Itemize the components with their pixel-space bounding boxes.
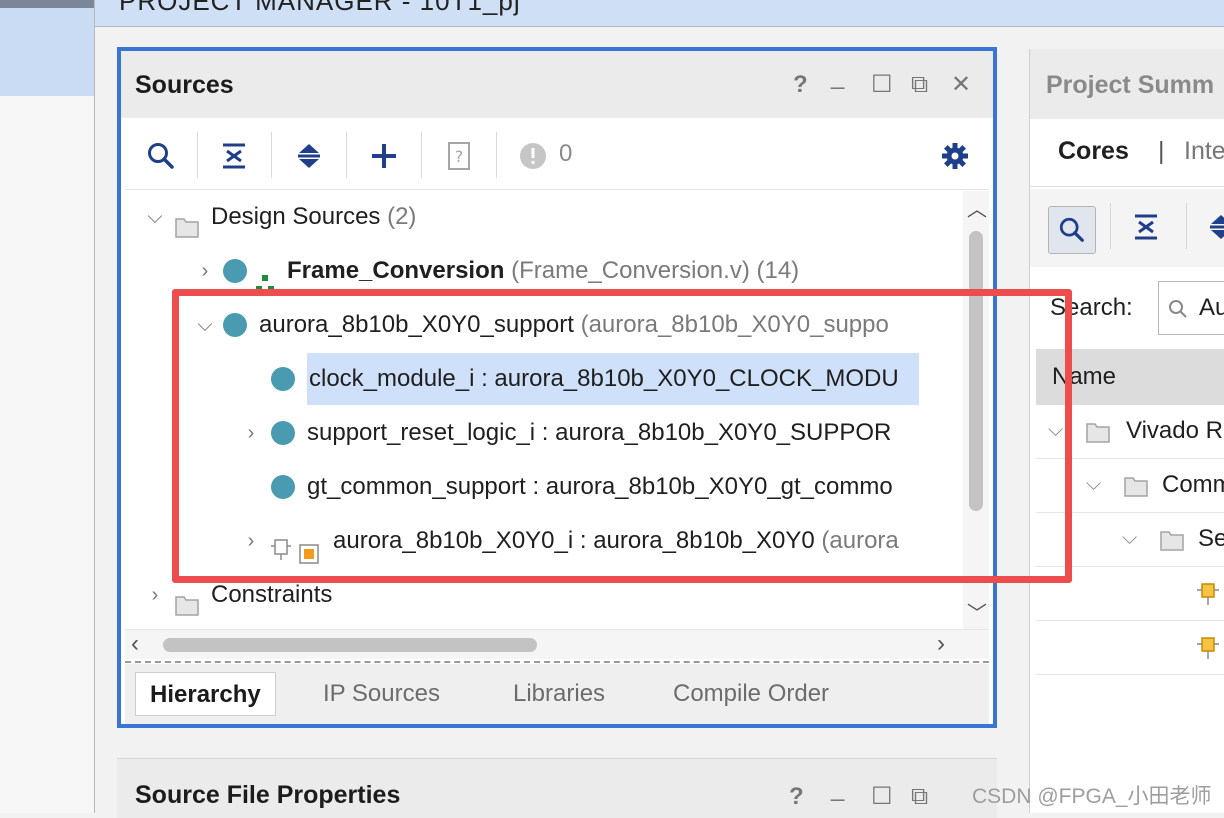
search-icon[interactable] bbox=[143, 138, 179, 174]
expand-all-icon[interactable] bbox=[1206, 212, 1224, 247]
scroll-up-icon[interactable]: ︿ bbox=[967, 193, 987, 222]
tab-cores[interactable]: Cores bbox=[1058, 137, 1129, 166]
source-file-properties-title: Source File Properties bbox=[135, 781, 401, 809]
table-cell: Se bbox=[1198, 525, 1224, 552]
tree-detail: (Frame_Conversion.v) (14) bbox=[511, 257, 800, 284]
project-summary-title: Project Summ bbox=[1046, 71, 1215, 99]
add-icon[interactable] bbox=[366, 138, 402, 174]
warning-count: 0 bbox=[559, 140, 573, 167]
float-icon[interactable]: ⧉ bbox=[911, 785, 928, 809]
left-divider bbox=[94, 0, 95, 813]
close-icon[interactable]: ✕ bbox=[951, 73, 971, 97]
minimize-icon[interactable]: _ bbox=[831, 65, 844, 89]
tree-label: Frame_Conversion bbox=[287, 257, 505, 284]
horizontal-scrollbar[interactable]: ‹ › bbox=[125, 629, 989, 659]
folder-icon bbox=[1086, 423, 1110, 443]
chevron-down-icon[interactable]: ⌵ bbox=[1086, 473, 1101, 496]
chevron-down-icon[interactable]: ⌵ bbox=[1122, 527, 1137, 550]
scroll-left-icon[interactable]: ‹ bbox=[131, 630, 139, 658]
left-nav-active-area bbox=[0, 0, 95, 96]
folder-icon bbox=[1124, 477, 1148, 497]
watermark: CSDN @FPGA_小田老师 bbox=[972, 785, 1212, 808]
sources-title: Sources bbox=[135, 71, 234, 99]
ip-core-icon bbox=[1197, 583, 1219, 605]
sources-toolbar: ? 0 bbox=[125, 122, 989, 190]
folder-icon bbox=[1160, 531, 1184, 551]
scroll-down-icon[interactable]: ﹀ bbox=[967, 597, 987, 626]
search-input[interactable]: Au bbox=[1158, 281, 1224, 335]
question-file-icon[interactable]: ? bbox=[441, 138, 477, 174]
warning-count-icon[interactable] bbox=[515, 138, 551, 174]
float-icon[interactable]: ⧉ bbox=[911, 73, 928, 97]
project-summary-header: Project Summ bbox=[1030, 49, 1224, 119]
ip-core-icon bbox=[1197, 637, 1219, 659]
svg-text:?: ? bbox=[455, 147, 464, 166]
source-file-properties-panel: Source File Properties ? _ ☐ ⧉ bbox=[117, 758, 997, 818]
tab-interfaces[interactable]: Inte bbox=[1184, 137, 1224, 166]
window-title: PROJECT MANAGER - 10T1_pj bbox=[119, 0, 521, 16]
help-icon[interactable]: ? bbox=[789, 785, 804, 809]
search-icon[interactable] bbox=[1048, 206, 1096, 254]
tab-separator: | bbox=[1158, 137, 1165, 165]
table-cell: Vivado R bbox=[1126, 417, 1223, 444]
table-row[interactable] bbox=[1036, 621, 1224, 675]
left-nav-panel bbox=[0, 96, 94, 813]
maximize-icon[interactable]: ☐ bbox=[871, 785, 893, 809]
project-tabs: Cores | Inte bbox=[1030, 119, 1224, 187]
chevron-down-icon[interactable]: ⌵ bbox=[145, 191, 165, 243]
collapse-all-icon[interactable] bbox=[1131, 212, 1161, 247]
expand-all-icon[interactable] bbox=[291, 138, 327, 174]
maximize-icon[interactable]: ☐ bbox=[871, 73, 893, 97]
tab-compile-order[interactable]: Compile Order bbox=[659, 672, 843, 716]
tree-detail: (2) bbox=[387, 203, 417, 230]
gear-icon[interactable] bbox=[937, 138, 973, 174]
tab-libraries[interactable]: Libraries bbox=[499, 672, 619, 716]
collapse-all-icon[interactable] bbox=[216, 138, 252, 174]
left-nav-strip bbox=[0, 0, 95, 8]
table-cell: Comm bbox=[1162, 471, 1224, 498]
sources-tabs: Hierarchy IP Sources Libraries Compile O… bbox=[125, 664, 989, 724]
status-dot-icon bbox=[223, 259, 247, 283]
minimize-icon[interactable]: _ bbox=[831, 777, 844, 801]
tab-ip-sources[interactable]: IP Sources bbox=[309, 672, 454, 716]
folder-icon bbox=[175, 583, 199, 629]
scroll-right-icon[interactable]: › bbox=[937, 630, 945, 658]
scroll-thumb[interactable] bbox=[163, 638, 537, 652]
highlight-box bbox=[172, 289, 1072, 583]
tree-row-design-sources[interactable]: ⌵ Design Sources (2) bbox=[125, 191, 963, 243]
tree-label: Design Sources bbox=[211, 203, 381, 230]
sources-header: Sources ? _ ☐ ⧉ ✕ bbox=[121, 51, 993, 118]
help-icon[interactable]: ? bbox=[793, 73, 808, 97]
panel-divider bbox=[125, 661, 989, 663]
chevron-right-icon[interactable]: › bbox=[145, 569, 165, 621]
tab-hierarchy[interactable]: Hierarchy bbox=[135, 672, 276, 716]
project-toolbar bbox=[1030, 189, 1224, 267]
window-title-bar: PROJECT MANAGER - 10T1_pj bbox=[95, 0, 1224, 27]
search-value: Au bbox=[1199, 294, 1224, 321]
